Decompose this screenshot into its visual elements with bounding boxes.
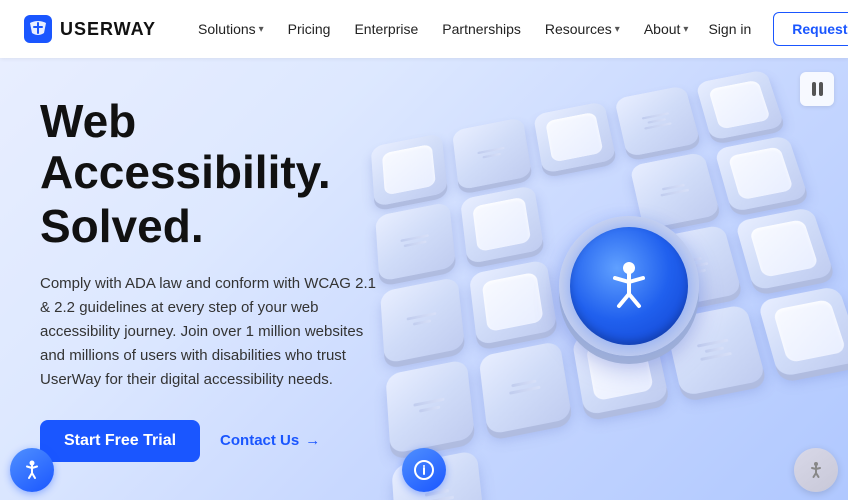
start-free-trial-hero-button[interactable]: Start Free Trial bbox=[40, 420, 200, 462]
nav-solutions[interactable]: Solutions ▾ bbox=[188, 15, 274, 43]
key-13 bbox=[735, 207, 835, 291]
sign-in-link[interactable]: Sign in bbox=[698, 15, 761, 43]
logo-text: USERWAY bbox=[60, 19, 156, 40]
info-icon bbox=[413, 459, 435, 481]
key-7 bbox=[460, 185, 544, 264]
contact-us-link[interactable]: Contact Us → bbox=[220, 432, 320, 449]
userway-logo-icon bbox=[24, 15, 52, 43]
hero-content: Web Accessibility. Solved. Comply with A… bbox=[0, 58, 430, 500]
nav-right-actions: Sign in Request a Demo Start Free Trial bbox=[698, 12, 848, 46]
key-5 bbox=[695, 69, 784, 140]
keyboard-scene bbox=[358, 58, 848, 500]
chevron-down-icon: ▾ bbox=[683, 24, 688, 35]
hero-description: Comply with ADA law and conform with WCA… bbox=[40, 272, 390, 392]
accessibility-center-button[interactable] bbox=[559, 216, 699, 356]
nav-partnerships[interactable]: Partnerships bbox=[432, 15, 531, 43]
navbar: USERWAY Solutions ▾ Pricing Enterprise P… bbox=[0, 0, 848, 58]
settings-icon bbox=[805, 459, 827, 481]
key-11 bbox=[469, 259, 558, 345]
accessibility-icon-small bbox=[20, 458, 44, 482]
key-2 bbox=[452, 117, 532, 190]
key-4 bbox=[614, 85, 700, 157]
key-3 bbox=[533, 101, 616, 173]
accessibility-person-icon bbox=[599, 256, 659, 316]
hero-title-line1: Web Accessibility. bbox=[40, 96, 390, 197]
bottom-left-accessibility-button[interactable] bbox=[10, 448, 54, 492]
key-15 bbox=[479, 341, 573, 435]
chevron-down-icon: ▾ bbox=[259, 24, 264, 35]
pause-button[interactable] bbox=[800, 72, 834, 106]
nav-pricing[interactable]: Pricing bbox=[278, 15, 341, 43]
pause-icon bbox=[812, 82, 823, 96]
hero-title-line2: Solved. bbox=[40, 201, 390, 252]
hero-actions: Start Free Trial Contact Us → bbox=[40, 420, 390, 462]
chevron-down-icon: ▾ bbox=[615, 24, 620, 35]
arrow-icon: → bbox=[305, 432, 320, 449]
logo[interactable]: USERWAY bbox=[24, 15, 156, 43]
hero-section: Web Accessibility. Solved. Comply with A… bbox=[0, 58, 848, 500]
key-9 bbox=[714, 135, 808, 212]
key-18 bbox=[757, 286, 848, 378]
request-demo-button[interactable]: Request a Demo bbox=[773, 12, 848, 46]
accessibility-button-inner bbox=[570, 227, 688, 345]
bottom-center-info-button[interactable] bbox=[402, 448, 446, 492]
nav-resources[interactable]: Resources ▾ bbox=[535, 15, 630, 43]
bottom-right-button[interactable] bbox=[794, 448, 838, 492]
nav-about[interactable]: About ▾ bbox=[634, 15, 699, 43]
nav-enterprise[interactable]: Enterprise bbox=[344, 15, 428, 43]
nav-links: Solutions ▾ Pricing Enterprise Partnersh… bbox=[188, 15, 698, 43]
